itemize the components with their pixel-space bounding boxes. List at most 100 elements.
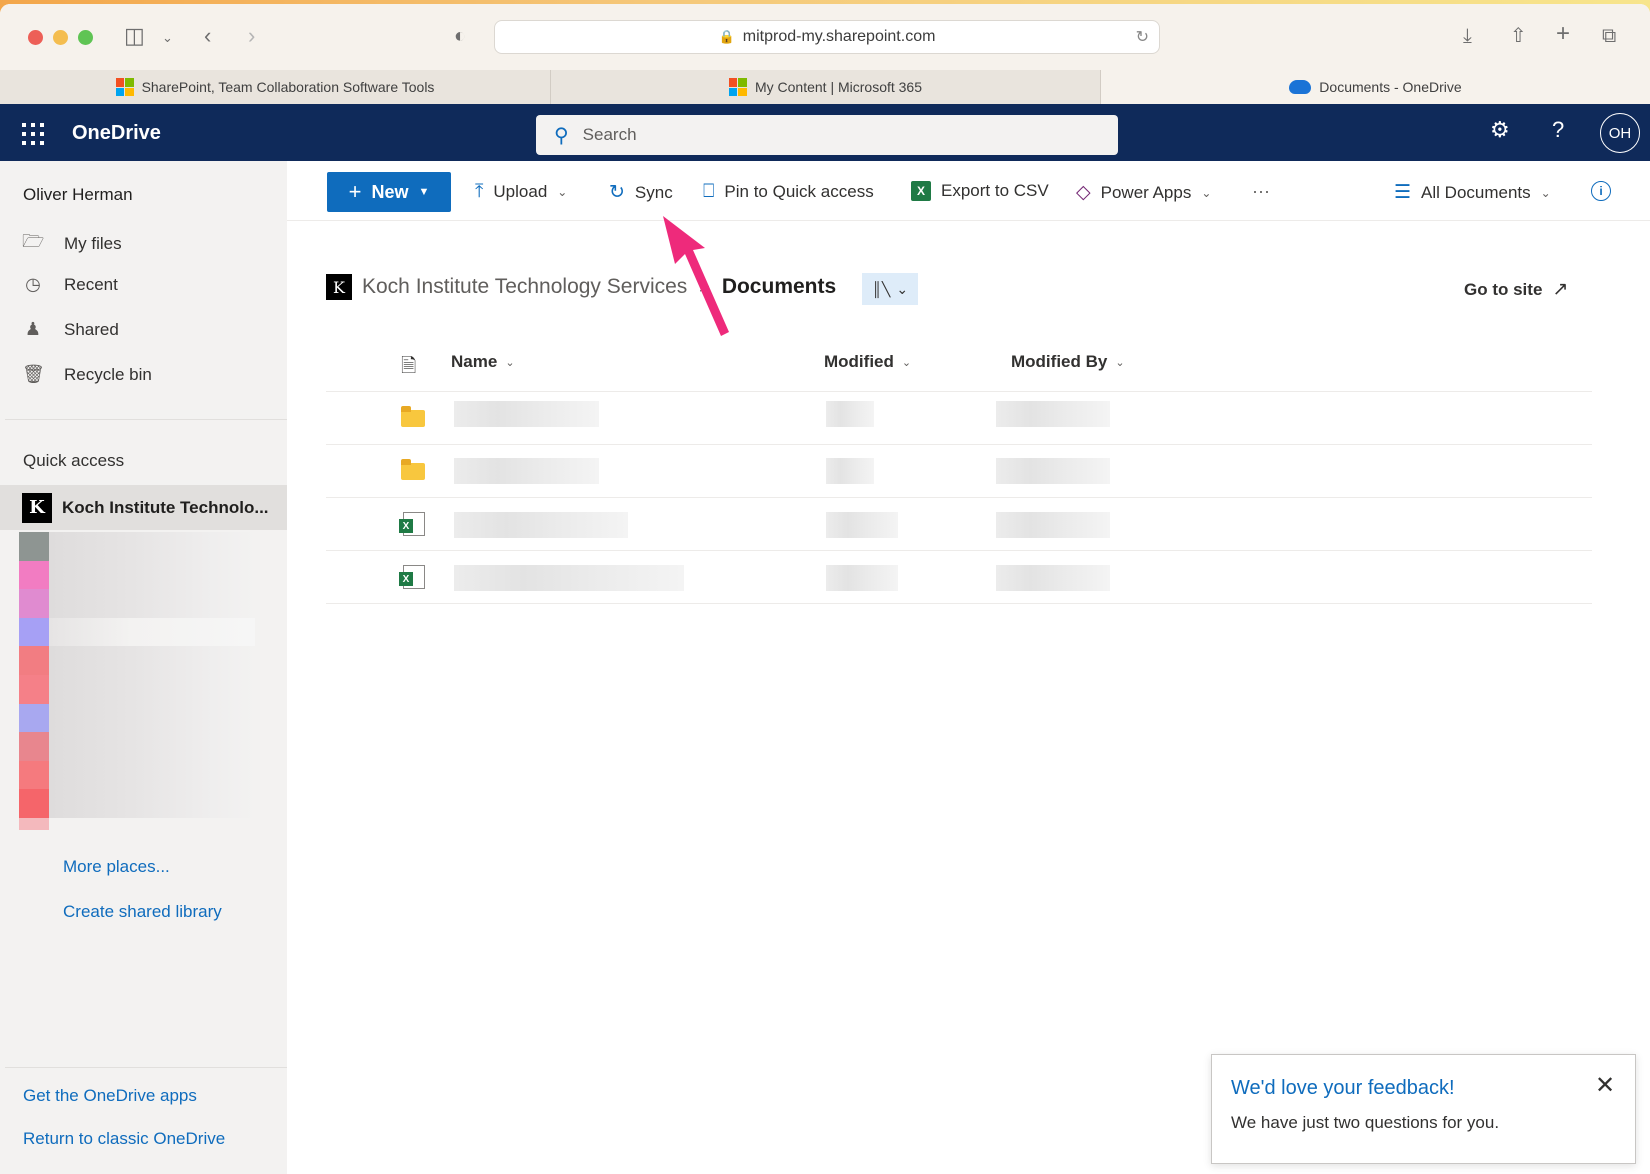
forward-icon[interactable]: › <box>248 22 255 50</box>
column-header-modified[interactable]: Modified ⌄ <box>824 352 911 372</box>
tab-sharepoint[interactable]: SharePoint, Team Collaboration Software … <box>0 70 551 104</box>
reload-icon[interactable]: ↻ <box>1136 27 1149 47</box>
nav-item-recent[interactable]: ◷ Recent <box>22 274 118 295</box>
table-row[interactable]: X <box>326 551 1592 604</box>
column-header-name[interactable]: Name ⌄ <box>451 352 515 372</box>
table-row[interactable] <box>326 392 1592 445</box>
chevron-down-icon: ▼ <box>418 186 430 198</box>
download-icon[interactable]: ⤓ <box>1463 22 1472 50</box>
column-label: Modified By <box>1011 352 1108 371</box>
power-apps-label: Power Apps <box>1100 182 1192 202</box>
lock-icon: 🔒 <box>718 29 735 44</box>
nav-label: Recent <box>64 274 118 294</box>
pin-quick-access-button[interactable]: ⎕ Pin to Quick access <box>703 181 874 203</box>
close-icon[interactable]: ✕ <box>1595 1071 1615 1100</box>
view-switcher-button[interactable]: ☰ All Documents ⌄ <box>1394 181 1551 204</box>
redacted-modified-by <box>996 512 1110 538</box>
more-actions-button[interactable]: ··· <box>1252 181 1270 202</box>
sync-label: Sync <box>634 182 673 202</box>
chevron-down-icon: ⌄ <box>901 356 912 369</box>
tab-overview-icon[interactable]: ⧉ <box>1602 22 1616 50</box>
more-places-link[interactable]: More places... <box>63 857 170 877</box>
create-shared-library-link[interactable]: Create shared library <box>63 902 222 922</box>
nav-label: Shared <box>64 319 119 339</box>
info-icon[interactable]: i <box>1591 181 1611 201</box>
upload-arrow-icon: ⤒ <box>475 181 484 202</box>
feedback-popup: We'd love your feedback! We have just tw… <box>1211 1054 1636 1164</box>
file-type-header-icon[interactable]: 🗎 <box>401 352 416 384</box>
zoom-window-button[interactable] <box>78 30 93 45</box>
chevron-down-icon: ⌄ <box>505 356 515 369</box>
microsoft-logo-icon <box>115 78 134 96</box>
excel-file-icon: X <box>399 512 425 536</box>
settings-gear-icon[interactable]: ⚙ <box>1490 117 1510 143</box>
new-label: New <box>371 181 409 202</box>
koch-institute-logo-icon: K <box>326 274 352 300</box>
power-apps-button[interactable]: ◇ Power Apps ⌄ <box>1076 181 1211 204</box>
search-input[interactable]: ⚲ Search <box>536 115 1118 155</box>
column-header-modified-by[interactable]: Modified By ⌄ <box>1011 352 1125 372</box>
clock-icon: ◷ <box>25 274 41 294</box>
nav-item-shared[interactable]: ♟ Shared <box>22 319 119 340</box>
go-to-site-link[interactable]: Go to site ↗ <box>1464 278 1568 301</box>
app-title[interactable]: OneDrive <box>72 122 161 145</box>
divider <box>5 1067 287 1068</box>
nav-item-my-files[interactable]: 🗁 My files <box>22 229 122 259</box>
excel-icon: X <box>911 181 931 201</box>
quick-access-item-koch[interactable]: K Koch Institute Technolo... <box>0 485 287 530</box>
library-view-toggle[interactable]: ║╲ ⌄ <box>862 273 918 305</box>
feedback-title[interactable]: We'd love your feedback! <box>1231 1077 1455 1100</box>
tab-label: Documents - OneDrive <box>1319 79 1462 95</box>
export-csv-button[interactable]: X Export to CSV <box>911 181 1049 201</box>
list-header: 🗎 Name ⌄ Modified ⌄ Modified By ⌄ <box>326 340 1592 392</box>
user-name: Oliver Herman <box>23 185 133 204</box>
page-title: Documents <box>721 275 837 298</box>
chevron-down-icon: ⌄ <box>1201 185 1212 200</box>
minimize-window-button[interactable] <box>53 30 68 45</box>
new-tab-icon[interactable]: + <box>1556 20 1570 48</box>
help-icon[interactable]: ? <box>1552 117 1564 143</box>
column-label: Name <box>451 352 498 371</box>
share-icon[interactable]: ⇧ <box>1510 22 1527 50</box>
microsoft-logo-icon <box>728 78 747 96</box>
tab-my-content[interactable]: My Content | Microsoft 365 <box>551 70 1101 104</box>
browser-toolbar: ◫ ⌄ ‹ › ◐ 🔒 mitprod-my.sharepoint.com ↻ … <box>0 4 1650 70</box>
table-row[interactable]: X <box>326 498 1592 551</box>
people-icon: ♟ <box>24 319 42 339</box>
onedrive-cloud-icon <box>1289 80 1312 94</box>
library-icon: ║╲ <box>871 280 891 297</box>
excel-file-icon: X <box>399 565 425 589</box>
quick-access-heading: Quick access <box>23 451 125 470</box>
sync-icon: ↻ <box>609 182 625 203</box>
shield-icon[interactable]: ◐ <box>454 22 466 50</box>
return-classic-link[interactable]: Return to classic OneDrive <box>23 1129 225 1149</box>
table-row[interactable] <box>326 445 1592 498</box>
folder-icon: 🗁 <box>22 231 45 251</box>
redacted-name <box>454 458 599 484</box>
sync-button[interactable]: ↻ Sync <box>609 181 673 204</box>
tab-label: SharePoint, Team Collaboration Software … <box>141 79 435 95</box>
sidebar-toggle-icon[interactable]: ◫ <box>124 22 145 50</box>
feedback-text: We have just two questions for you. <box>1231 1113 1500 1132</box>
back-icon[interactable]: ‹ <box>204 22 211 50</box>
avatar[interactable]: OH <box>1600 113 1640 153</box>
plus-icon: + <box>348 179 362 204</box>
annotation-arrow-icon <box>663 216 729 336</box>
app-launcher-icon[interactable] <box>22 123 44 145</box>
upload-button[interactable]: ⤒ Upload ⌄ <box>475 181 567 203</box>
redacted-modified <box>826 565 898 591</box>
breadcrumb-site-link[interactable]: Koch Institute Technology Services <box>362 275 687 299</box>
close-window-button[interactable] <box>28 30 43 45</box>
address-bar[interactable]: 🔒 mitprod-my.sharepoint.com ↻ <box>494 20 1160 54</box>
list-lines-icon: ☰ <box>1394 182 1412 203</box>
new-button[interactable]: + New ▼ <box>327 172 451 212</box>
redacted-name <box>454 512 628 538</box>
redacted-modified <box>826 512 898 538</box>
tab-documents-onedrive[interactable]: Documents - OneDrive <box>1101 70 1650 104</box>
nav-label: Recycle bin <box>64 364 152 384</box>
search-placeholder: Search <box>582 125 637 144</box>
get-onedrive-apps-link[interactable]: Get the OneDrive apps <box>23 1086 197 1106</box>
chevron-down-icon[interactable]: ⌄ <box>162 24 173 52</box>
nav-item-recycle-bin[interactable]: 🗑 Recycle bin <box>22 364 152 385</box>
window-controls <box>28 30 93 45</box>
